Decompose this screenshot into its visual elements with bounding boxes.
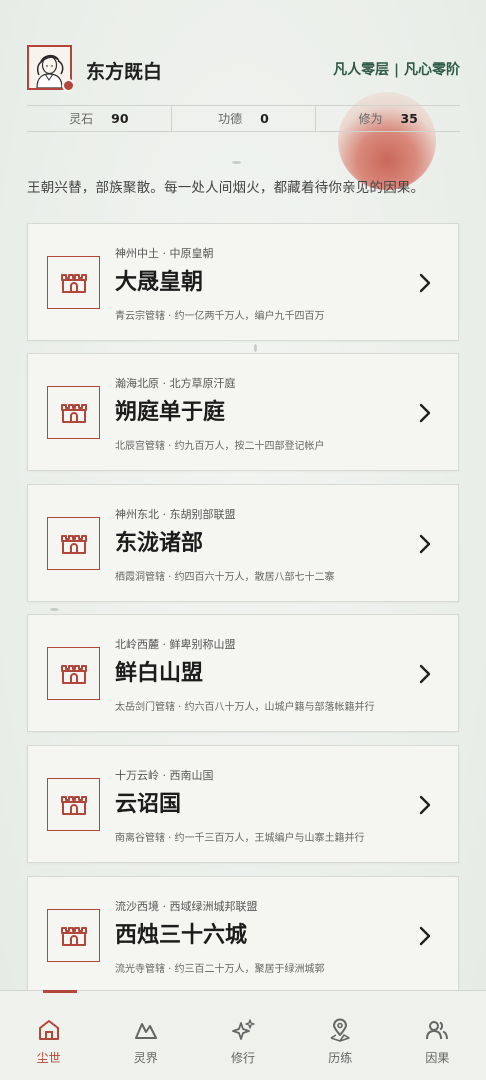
- card-description: 青云宗管辖 · 约一亿两千万人，编户九千四百万: [115, 311, 325, 322]
- card-region: 瀚海北原 · 北方草原汗庭: [115, 377, 236, 390]
- card-region: 神州东北 · 东胡别部联盟: [115, 508, 236, 521]
- tab-chenshi[interactable]: 尘世: [0, 990, 97, 1080]
- card-description: 栖霞洞管辖 · 约四百六十万人，散居八部七十二寨: [115, 572, 335, 583]
- people-icon: [426, 1021, 449, 1040]
- dynasty-card[interactable]: 神州中土 · 中原皇朝 大晟皇朝 青云宗管辖 · 约一亿两千万人，编户九千四百万: [27, 223, 459, 341]
- stat-label: 功德: [218, 112, 243, 126]
- mountain-icon: [134, 1023, 157, 1039]
- stats-bar: 灵石 90 功德 0 修为 35: [27, 105, 460, 132]
- cultivation-realm: 凡人零层 | 凡心零阶: [333, 62, 460, 78]
- home-icon: [38, 1020, 59, 1040]
- card-region: 神州中土 · 中原皇朝: [115, 247, 214, 260]
- card-description: 流光寺管辖 · 约三百二十万人，聚居于绿洲城郭: [115, 964, 325, 975]
- map-pin-icon: [330, 1018, 351, 1042]
- stat-value: 0: [260, 111, 269, 126]
- card-region: 北岭西麓 · 鲜卑别称山盟: [115, 638, 236, 651]
- tab-label: 灵界: [133, 1051, 158, 1065]
- dynasty-card[interactable]: 瀚海北原 · 北方草原汗庭 朔庭单于庭 北辰宫管辖 · 约九百万人，按二十四部登…: [27, 353, 459, 471]
- card-description: 北辰宫管辖 · 约九百万人，按二十四部登记帐户: [115, 441, 325, 452]
- chevron-right-icon: [419, 273, 431, 293]
- chevron-right-icon: [419, 664, 431, 684]
- card-title: 云诏国: [115, 791, 182, 817]
- card-title: 鲜白山盟: [115, 660, 204, 686]
- card-title: 东泷诸部: [115, 530, 204, 556]
- card-description: 南离谷管辖 · 约一千三百万人，王城编户与山寨土籍并行: [115, 833, 365, 844]
- city-gate-icon: [47, 647, 100, 700]
- stat-merit: 功德 0: [172, 106, 317, 131]
- card-title: 朔庭单于庭: [115, 399, 226, 425]
- stat-label: 灵石: [69, 112, 94, 126]
- page-motto: 王朝兴替，部族聚散。每一处人间烟火，都藏着待你亲见的因果。: [27, 180, 425, 196]
- app-screen: 东方既白 凡人零层 | 凡心零阶 灵石 90 功德 0 修为 35 王朝兴替，部…: [0, 0, 486, 1080]
- card-title: 西烛三十六城: [115, 922, 248, 948]
- stat-value: 35: [400, 111, 418, 126]
- sparkle-icon: [232, 1019, 255, 1040]
- profile-header: 东方既白 凡人零层 | 凡心零阶: [27, 45, 460, 93]
- tab-yinguo[interactable]: 因果: [389, 991, 486, 1080]
- card-region: 十万云岭 · 西南山国: [115, 769, 214, 782]
- card-description: 太岳剑门管辖 · 约六百八十万人，山城户籍与部落帐籍并行: [115, 702, 375, 713]
- dynasty-card[interactable]: 十万云岭 · 西南山国 云诏国 南离谷管辖 · 约一千三百万人，王城编户与山寨土…: [27, 745, 459, 863]
- tab-label: 因果: [425, 1051, 450, 1065]
- decor-speck: [254, 344, 257, 352]
- tab-lilian[interactable]: 历练: [292, 991, 389, 1080]
- decor-speck: [232, 161, 241, 164]
- stat-value: 90: [111, 111, 129, 126]
- city-gate-icon: [47, 909, 100, 962]
- city-gate-icon: [47, 256, 100, 309]
- card-title: 大晟皇朝: [115, 269, 204, 295]
- avatar-status-badge: [62, 79, 75, 92]
- tab-label: 尘世: [36, 1051, 61, 1065]
- chevron-right-icon: [419, 926, 431, 946]
- tab-label: 历练: [328, 1051, 353, 1065]
- tab-label: 修行: [231, 1051, 256, 1065]
- bottom-tab-bar: 尘世 灵界 修行 历练 因果: [0, 990, 486, 1080]
- decor-speck: [50, 608, 59, 611]
- stat-label: 修为: [358, 112, 383, 126]
- dynasty-card[interactable]: 神州东北 · 东胡别部联盟 东泷诸部 栖霞洞管辖 · 约四百六十万人，散居八部七…: [27, 484, 459, 602]
- stat-cultivation: 修为 35: [316, 106, 460, 131]
- player-name: 东方既白: [86, 61, 163, 83]
- card-region: 流沙西境 · 西域绿洲城邦联盟: [115, 900, 258, 913]
- chevron-right-icon: [419, 795, 431, 815]
- city-gate-icon: [47, 386, 100, 439]
- tab-lingjie[interactable]: 灵界: [97, 991, 194, 1080]
- active-tab-indicator: [43, 990, 77, 993]
- chevron-right-icon: [419, 403, 431, 423]
- dynasty-card[interactable]: 流沙西境 · 西域绿洲城邦联盟 西烛三十六城 流光寺管辖 · 约三百二十万人，聚…: [27, 876, 459, 994]
- city-gate-icon: [47, 778, 100, 831]
- city-gate-icon: [47, 517, 100, 570]
- tab-xiuxing[interactable]: 修行: [194, 991, 291, 1080]
- stat-spirit-stones: 灵石 90: [27, 106, 172, 131]
- dynasty-card[interactable]: 北岭西麓 · 鲜卑别称山盟 鲜白山盟 太岳剑门管辖 · 约六百八十万人，山城户籍…: [27, 614, 459, 732]
- chevron-right-icon: [419, 534, 431, 554]
